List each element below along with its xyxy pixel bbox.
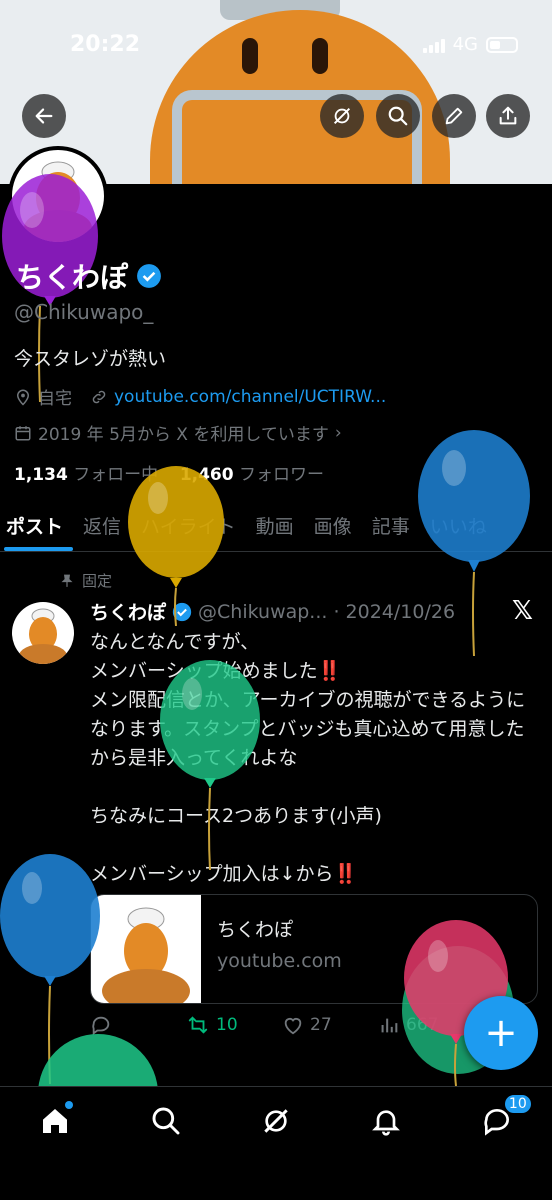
post-line: メン限配信とか、アーカイブの視聴ができるようになります。スタンプとバッジも真心込… [90, 689, 526, 769]
post-text: なんとなんですが、 メンバーシップ始めました‼️ メン限配信とか、アーカイブの視… [90, 628, 530, 889]
like-count: 27 [310, 1015, 332, 1035]
retweet-icon [188, 1016, 208, 1034]
link-card-title: ちくわぽ [217, 919, 294, 941]
plus-icon: + [484, 1010, 518, 1056]
link-card-thumbnail [91, 895, 201, 1003]
status-bar: 20:22 4G [0, 28, 552, 64]
grok-icon [333, 107, 351, 125]
grok-button[interactable] [320, 94, 364, 138]
reply-button[interactable] [90, 1014, 186, 1036]
bottom-nav: 10 [0, 1086, 552, 1200]
pin-icon [61, 574, 73, 587]
post-line-blank [90, 831, 530, 860]
exclamation-icon: ‼️ [333, 863, 358, 885]
arrow-left-icon [35, 108, 53, 124]
post-line: ちなみにコース2つあります(小声) [90, 805, 382, 827]
bell-icon [372, 1110, 401, 1136]
nav-search[interactable] [146, 1105, 186, 1145]
edit-button[interactable] [432, 94, 476, 138]
link-card-domain: youtube.com [217, 950, 342, 972]
messages-badge: 10 [502, 1093, 533, 1115]
location-icon [16, 389, 30, 406]
profile-meta-row: 自宅 youtube.com/channel/UCTIRW... [14, 384, 386, 409]
post-line-blank [90, 773, 530, 802]
profile-bio: 今スタレゾが熱い [14, 348, 167, 370]
pencil-icon [445, 107, 463, 125]
verified-icon[interactable] [136, 263, 162, 289]
like-button[interactable]: 27 [282, 1014, 378, 1036]
nav-messages[interactable]: 10 [477, 1093, 533, 1145]
card-image [102, 907, 190, 1003]
profile-handle: @Chikuwapo_ [14, 300, 154, 324]
pinned-label: 固定 [82, 572, 113, 590]
exclamation-icon: ‼️ [317, 660, 342, 682]
home-notification-dot [65, 1101, 74, 1109]
tab-videos[interactable]: 動画 [246, 500, 304, 551]
link-icon [92, 390, 106, 403]
signal-icon [422, 37, 445, 53]
heart-icon [284, 1018, 302, 1035]
battery-icon [486, 36, 518, 53]
chevron-right-icon: › [334, 422, 342, 443]
green-balloon [160, 660, 260, 870]
status-time: 20:22 [70, 32, 141, 57]
yellow-balloon [128, 466, 224, 626]
blue-balloon [418, 430, 530, 656]
grok-icon [264, 1109, 288, 1133]
retweet-button[interactable]: 10 [186, 1014, 282, 1036]
home-icon [43, 1109, 68, 1133]
search-icon [152, 1107, 180, 1135]
retweet-count: 10 [216, 1015, 238, 1035]
nav-notifications[interactable] [366, 1105, 406, 1145]
followers-label: フォロワー [239, 465, 324, 485]
profile-name-text: ちくわぽ [16, 261, 129, 294]
views-icon [381, 1018, 398, 1033]
back-button[interactable] [22, 94, 66, 138]
calendar-icon [15, 425, 31, 440]
nav-grok[interactable] [256, 1105, 296, 1145]
tab-articles[interactable]: 記事 [362, 500, 420, 551]
compose-button[interactable]: + [464, 996, 538, 1070]
search-button[interactable] [376, 94, 420, 138]
search-icon [388, 106, 408, 126]
nav-home[interactable] [35, 1101, 75, 1145]
avatar-image [19, 608, 67, 664]
tab-photos[interactable]: 画像 [304, 500, 362, 551]
green-balloon [38, 1034, 158, 1086]
post-line-row: メンバーシップ始めました‼️ [90, 657, 530, 686]
network-type: 4G [452, 34, 478, 55]
profile-joined-row[interactable]: 2019 年 5月から X を利用しています › [14, 420, 342, 445]
share-icon [499, 106, 517, 125]
tab-posts[interactable]: ポスト [0, 500, 74, 551]
profile-link[interactable]: youtube.com/channel/UCTIRW... [114, 387, 386, 407]
post-line-row: メンバーシップ加入は↓から‼️ [90, 860, 530, 889]
tab-replies[interactable]: 返信 [73, 500, 131, 551]
following-count: 1,134 [14, 465, 68, 485]
pinned-indicator: 固定 [60, 570, 112, 591]
profile-joined: 2019 年 5月から X を利用しています [38, 425, 329, 445]
profile-location: 自宅 [38, 389, 72, 409]
profile-name: ちくわぽ [16, 256, 162, 296]
post-avatar[interactable] [12, 602, 74, 664]
share-button[interactable] [486, 94, 530, 138]
